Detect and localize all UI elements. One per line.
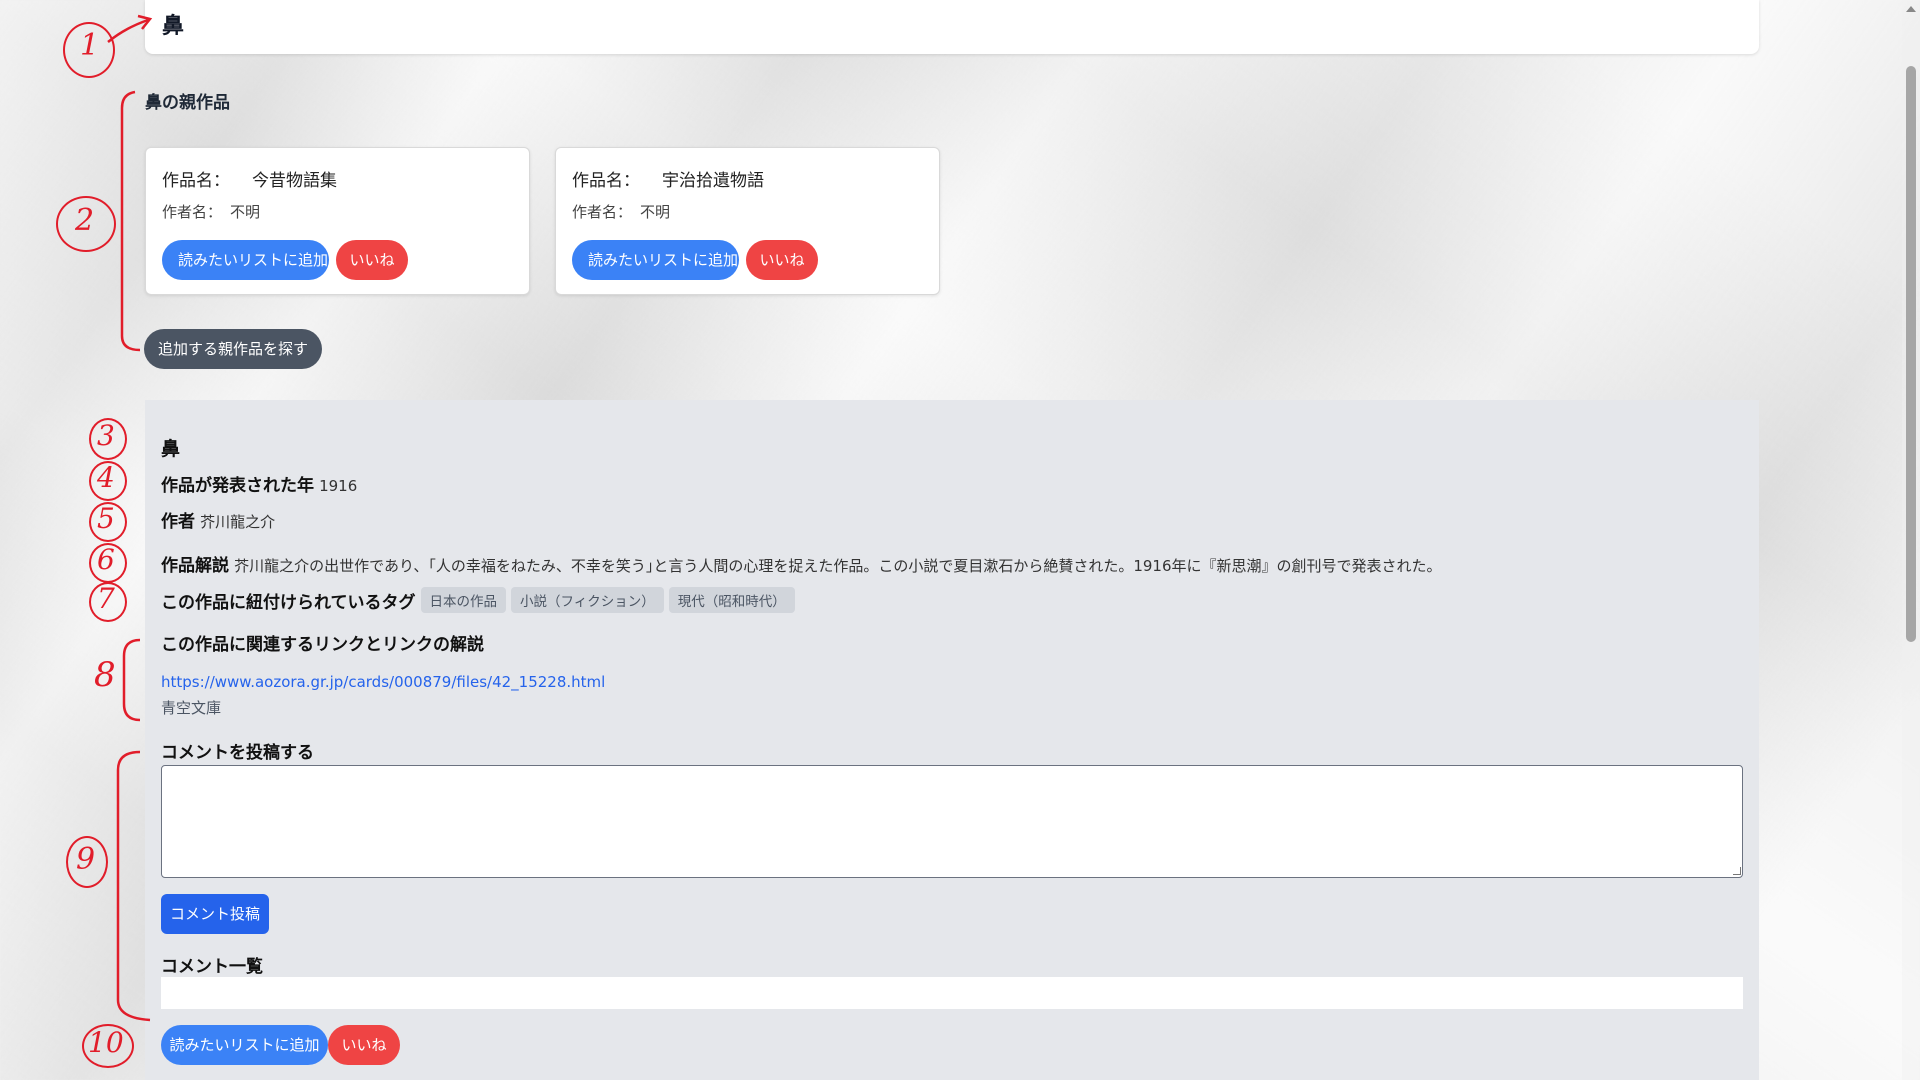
like-button[interactable]: いいね <box>336 240 408 280</box>
work-name: 今昔物語集 <box>252 171 337 191</box>
annotation-number: 5 <box>97 502 115 535</box>
add-to-reading-list-button[interactable]: 読みたいリストに追加 <box>572 240 739 280</box>
annotation-number: 3 <box>97 419 115 452</box>
author-name: 不明 <box>640 203 671 221</box>
annotation-number: 2 <box>75 203 95 238</box>
work-title: 鼻 <box>161 438 181 460</box>
description-row: 作品解説 芥川龍之介の出世作であり、｢人の幸福をねたみ、不幸を笑う｣と言う人間の… <box>161 551 1442 576</box>
comment-textarea[interactable] <box>161 765 1743 878</box>
author-name: 不明 <box>230 203 261 221</box>
work-detail-panel: 鼻 作品が発表された年 1916 作者 芥川龍之介 作品解説 芥川龍之介の出世作… <box>145 400 1759 1080</box>
page-title: 鼻 <box>162 14 185 39</box>
year-value: 1916 <box>319 477 358 495</box>
author-label: 作者 <box>161 512 195 532</box>
author-row: 作者 芥川龍之介 <box>161 507 275 532</box>
tags-label: この作品に紐付けられているタグ <box>161 592 416 613</box>
description-value: 芥川龍之介の出世作であり、｢人の幸福をねたみ、不幸を笑う｣と言う人間の心理を捉え… <box>234 557 1442 575</box>
comment-list <box>161 977 1743 1009</box>
annotation-number: 1 <box>80 28 100 63</box>
title-bar: 鼻 <box>145 0 1759 54</box>
tag-badge[interactable]: 現代（昭和時代） <box>668 587 795 613</box>
parent-card: 作品名： 今昔物語集 作者名： 不明 読みたいリストに追加 いいね <box>145 147 530 295</box>
like-button[interactable]: いいね <box>746 240 818 280</box>
comment-form-heading: コメントを投稿する <box>161 743 314 763</box>
comment-list-heading: コメント一覧 <box>161 957 263 977</box>
related-link[interactable]: https://www.aozora.gr.jp/cards/000879/fi… <box>161 673 605 691</box>
find-parent-work-button[interactable]: 追加する親作品を探す <box>144 329 322 369</box>
author-name-label: 作者名： <box>572 203 633 221</box>
work-name-label: 作品名： <box>162 171 230 191</box>
description-label: 作品解説 <box>161 556 229 576</box>
scroll-up-arrow-icon[interactable] <box>1906 6 1916 12</box>
annotation-number: 7 <box>97 582 115 615</box>
like-button[interactable]: いいね <box>328 1025 400 1065</box>
annotation-number: 9 <box>76 842 96 877</box>
resize-handle-icon[interactable] <box>1733 867 1741 875</box>
annotation-number: 4 <box>97 461 115 494</box>
work-name-label: 作品名： <box>572 171 640 191</box>
tag-badge[interactable]: 小説（フィクション） <box>511 587 664 613</box>
related-links-heading: この作品に関連するリンクとリンクの解説 <box>161 635 484 655</box>
add-to-reading-list-button[interactable]: 読みたいリストに追加 <box>162 240 329 280</box>
parent-card: 作品名： 宇治拾遺物語 作者名： 不明 読みたいリストに追加 いいね <box>555 147 940 295</box>
annotation-bracket <box>120 90 141 352</box>
work-name: 宇治拾遺物語 <box>662 171 764 191</box>
parents-heading: 鼻の親作品 <box>145 93 230 113</box>
page: 鼻 鼻の親作品 作品名： 今昔物語集 作者名： 不明 読みたいリストに追加 いい… <box>0 0 1920 1080</box>
post-comment-button[interactable]: コメント投稿 <box>161 894 269 934</box>
tags-row: この作品に紐付けられているタグ 日本の作品 小説（フィクション） 現代（昭和時代… <box>161 587 795 613</box>
add-to-reading-list-button[interactable]: 読みたいリストに追加 <box>161 1025 328 1065</box>
annotation-arrow <box>107 18 149 43</box>
year-row: 作品が発表された年 1916 <box>161 471 357 496</box>
tag-badge[interactable]: 日本の作品 <box>420 587 506 613</box>
annotation-bracket <box>122 638 141 722</box>
year-label: 作品が発表された年 <box>161 476 314 496</box>
annotation-number: 6 <box>97 543 115 576</box>
author-name-label: 作者名： <box>162 203 223 221</box>
author-value: 芥川龍之介 <box>200 513 276 531</box>
related-link-description: 青空文庫 <box>161 699 222 717</box>
annotation-number: 8 <box>94 655 116 695</box>
scrollbar-thumb[interactable] <box>1906 66 1916 642</box>
annotation-number: 10 <box>88 1026 124 1059</box>
